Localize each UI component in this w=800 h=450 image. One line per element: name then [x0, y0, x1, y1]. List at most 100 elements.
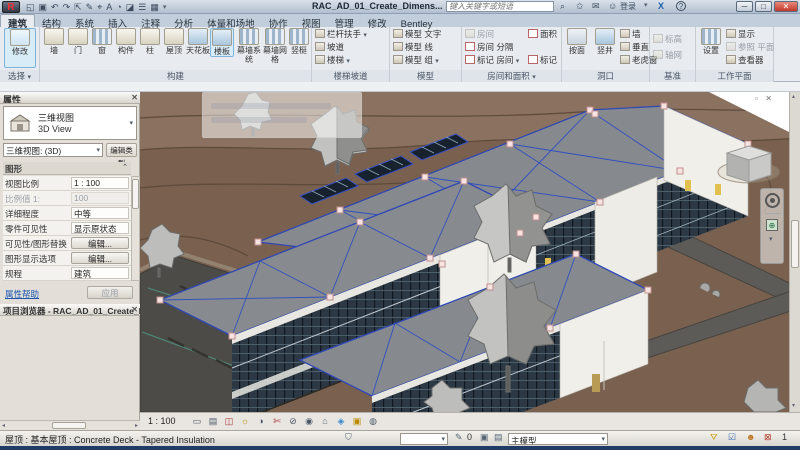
signin-user-icon[interactable]: ☺ [608, 1, 617, 11]
temporary-hide-icon[interactable]: ◈ [334, 415, 348, 428]
tab-insert[interactable]: 插入 [101, 15, 134, 28]
reveal-hidden-icon[interactable]: ▣ [350, 415, 364, 428]
visual-style-icon[interactable]: ◫ [222, 415, 236, 428]
unlocked-view-icon[interactable]: ⌂ [318, 415, 332, 428]
type-selector[interactable]: 三维视图 3D View ▾ [3, 106, 137, 140]
apply-button[interactable]: 应用 [87, 286, 133, 299]
curtain-grid-button[interactable]: 幕墙网格 [262, 28, 288, 64]
room-separator-button[interactable]: 房间 分隔 [465, 41, 513, 54]
window-button[interactable]: 窗 [90, 28, 114, 55]
help-icon[interactable]: ? [676, 1, 686, 11]
communication-icon[interactable]: ✉ [592, 1, 600, 12]
design-options-combo[interactable]: 主模型▾ [508, 433, 608, 445]
thin-lines-icon[interactable]: ☰ [138, 1, 146, 14]
qat-dropdown-icon[interactable]: ▾ [163, 1, 167, 14]
vertical-opening-button[interactable]: 垂直 [620, 41, 649, 54]
tab-annotate[interactable]: 注释 [134, 15, 167, 28]
tab-analyze[interactable]: 分析 [167, 15, 200, 28]
default-3d-view-icon[interactable]: ◔ [116, 1, 121, 14]
tab-massing-site[interactable]: 体量和场地 [200, 15, 262, 28]
crop-region-icon[interactable]: ◉ [302, 415, 316, 428]
project-browser-close-icon[interactable]: ✕ [131, 305, 138, 314]
tab-systems[interactable]: 系统 [68, 15, 101, 28]
undo-icon[interactable]: ↶ [51, 1, 59, 14]
3d-viewport[interactable]: ▫ ✕ ⊕ ▾ ▴ ▾ [140, 92, 800, 412]
column-button[interactable]: 柱 [138, 28, 162, 55]
level-button[interactable]: 标高 [653, 33, 682, 46]
tab-view[interactable]: 视图 [295, 15, 328, 28]
viewport-scrollbar[interactable]: ▴ ▾ [789, 92, 800, 412]
properties-scrollbar[interactable] [131, 176, 140, 281]
navigation-bar[interactable]: ⊕ ▾ [760, 188, 784, 264]
property-row[interactable]: 详细程度中等 [3, 206, 131, 221]
property-row[interactable]: 规程建筑 [3, 266, 131, 281]
tag-room-button[interactable]: 标记 房间 ▾ [465, 54, 519, 67]
show-workplane-button[interactable]: 显示 [726, 28, 755, 41]
area-button[interactable]: 面积 [528, 28, 557, 41]
collapse-icon[interactable]: ⌃ [122, 163, 128, 171]
search-icon[interactable]: ⌕ [560, 1, 565, 12]
maximize-button[interactable]: □ [755, 1, 772, 12]
property-row[interactable]: 零件可见性显示原状态 [3, 221, 131, 236]
select-pinned-icon[interactable]: ☻ [746, 432, 755, 442]
print-icon[interactable]: ⇱ [74, 1, 82, 14]
signin-dropdown-icon[interactable]: ▾ [644, 1, 648, 9]
dimension-icon[interactable]: ⌖ [97, 1, 102, 14]
subscription-icon[interactable]: ✩ [576, 1, 584, 12]
tab-architecture[interactable]: 建筑 [0, 14, 35, 27]
project-browser-header[interactable]: 项目浏览器 - RAC_AD_01_Create_Dim... ✕ [0, 304, 140, 316]
minimize-button[interactable]: ─ [736, 1, 753, 12]
search-input[interactable] [446, 1, 554, 12]
stair-button[interactable]: 楼梯 ▾ [315, 54, 350, 67]
scroll-up-icon[interactable]: ▴ [792, 93, 795, 102]
edit-type-button[interactable]: 编辑类型 [106, 143, 137, 157]
switch-windows-icon[interactable]: ▦ [150, 1, 159, 14]
modify-button[interactable]: 修改 [4, 28, 36, 68]
panel-select-label[interactable]: 选择 ▾ [0, 70, 39, 82]
save-icon[interactable]: ▣ [39, 1, 48, 14]
ref-plane-button[interactable]: 参照 平面 [726, 41, 774, 54]
view-close-icon[interactable]: ✕ [765, 94, 772, 103]
mullion-button[interactable]: 竖梃 [288, 28, 310, 55]
redo-icon[interactable]: ↷ [63, 1, 71, 14]
tag-area-button[interactable]: 标记 [528, 54, 557, 67]
analytical-model-icon[interactable]: ◍ [366, 415, 380, 428]
measure-icon[interactable]: ✎ [86, 1, 94, 14]
section-icon[interactable]: ◪ [126, 1, 135, 14]
curtain-system-button[interactable]: 幕墙系统 [236, 28, 262, 64]
tab-collaborate[interactable]: 协作 [262, 15, 295, 28]
view-instance-combo[interactable]: 三维视图: (3D)▾ [3, 143, 103, 157]
property-row[interactable]: 视图比例1 : 100 [3, 176, 131, 191]
editable-only-icon[interactable]: ✎ [455, 432, 463, 443]
exchange-apps-icon[interactable]: X [658, 1, 664, 11]
properties-help-link[interactable]: 属性帮助 [5, 288, 39, 300]
floor-button[interactable]: 楼板 [210, 28, 234, 57]
sun-path-icon[interactable]: ☼ [238, 415, 252, 428]
opening-by-face-button[interactable]: 按面 [564, 28, 590, 55]
panel-room-area-label[interactable]: 房间和面积 ▾ [462, 70, 561, 82]
shaft-button[interactable]: 竖井 [592, 28, 618, 55]
room-button[interactable]: 房间 [465, 28, 494, 41]
type-selector-dropdown-icon[interactable]: ▾ [129, 119, 133, 127]
component-button[interactable]: 构件 [114, 28, 138, 55]
open-icon[interactable]: ◱ [26, 1, 35, 14]
wall-button[interactable]: 墙 [42, 28, 66, 55]
worksets-combo[interactable]: ▾ [400, 433, 448, 445]
app-menu-button[interactable]: R [2, 1, 20, 13]
status-tool-icon[interactable]: ⛉ [345, 432, 352, 443]
crop-view-icon[interactable]: ⊘ [286, 415, 300, 428]
view-restore-icon[interactable]: ▫ [755, 94, 758, 103]
signin-label[interactable]: 登录 [620, 1, 636, 12]
model-group-button[interactable]: 模型 组 ▾ [393, 54, 439, 67]
roof-button[interactable]: 屋顶 [162, 28, 186, 55]
zoom-icon[interactable]: ⊕ [766, 219, 778, 231]
graphics-section-header[interactable]: 图形⌃ [3, 162, 131, 175]
scale-icon[interactable]: ▭ [190, 415, 204, 428]
properties-header[interactable]: 属性 ✕ [0, 92, 140, 104]
grid-button[interactable]: 轴网 [653, 49, 682, 62]
select-link-icon[interactable]: ☑ [728, 432, 736, 443]
browser-hscrollbar[interactable]: ◂ ▸ [0, 420, 140, 430]
property-row[interactable]: 可见性/图形替换编辑... [3, 236, 131, 251]
close-button[interactable]: ✕ [774, 1, 798, 12]
tab-manage[interactable]: 管理 [328, 15, 361, 28]
